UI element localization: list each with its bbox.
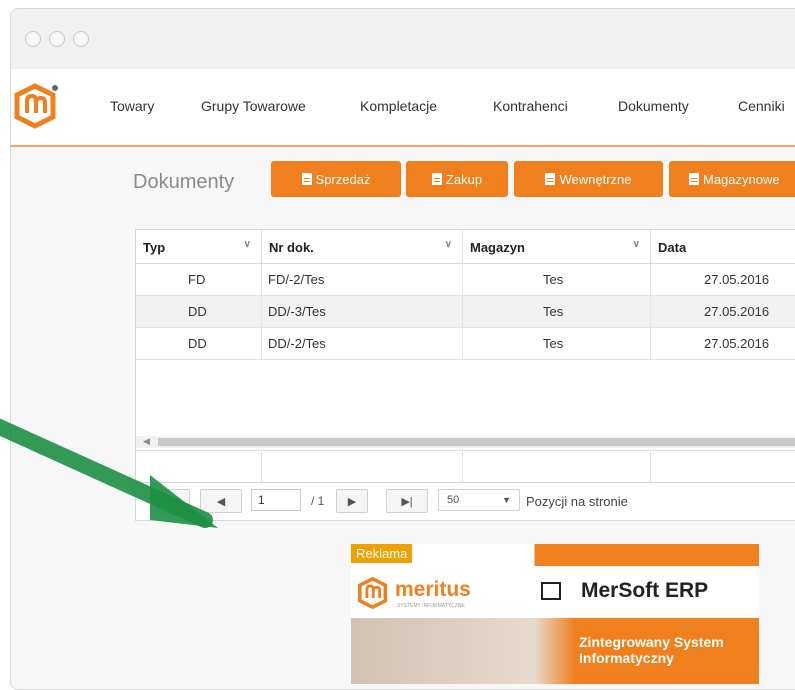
annotation-arrow [0,418,218,528]
